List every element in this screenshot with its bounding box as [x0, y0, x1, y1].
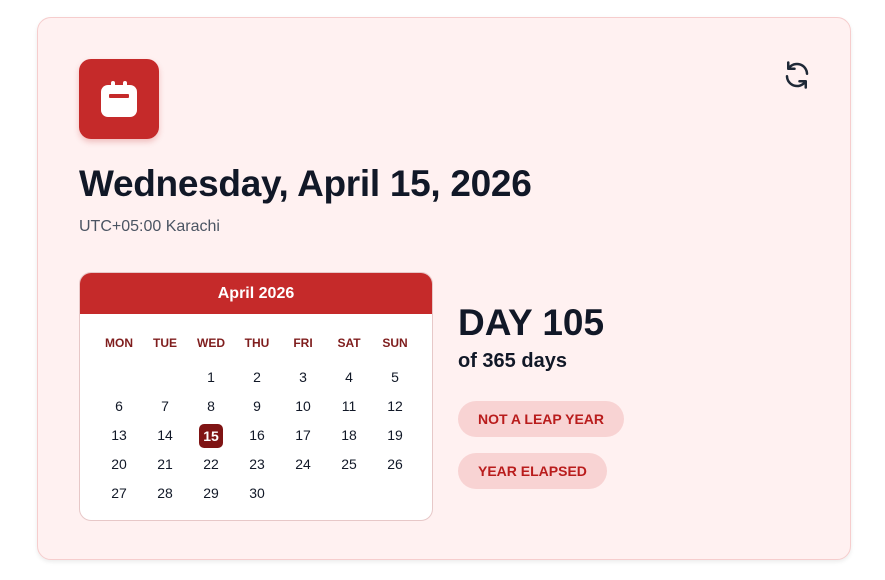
calendar-day[interactable]: 19 — [372, 421, 418, 450]
calendar-day[interactable]: 24 — [280, 450, 326, 479]
calendar-day-number: 3 — [299, 369, 307, 385]
calendar-day-number: 8 — [207, 398, 215, 414]
calendar-day-number: 29 — [203, 485, 219, 501]
calendar-day[interactable]: 18 — [326, 421, 372, 450]
calendar-day[interactable]: 23 — [234, 450, 280, 479]
calendar-day-number: 26 — [387, 456, 403, 472]
calendar-day-selected[interactable]: 15 — [188, 421, 234, 450]
calendar-day[interactable]: 14 — [142, 421, 188, 450]
calendar-day[interactable]: 12 — [372, 392, 418, 421]
calendar-day-number: 10 — [295, 398, 311, 414]
calendar-week-row: 6 7 8 9 10 11 12 — [96, 392, 418, 421]
calendar-day-number: 4 — [345, 369, 353, 385]
calendar-day-number: 21 — [157, 456, 173, 472]
calendar-empty-cell — [96, 363, 142, 392]
calendar-grid: MON TUE WED THU FRI SAT SUN 1 2 3 4 5 6 7 8 9 10 1… — [96, 335, 418, 508]
weekday-label: SAT — [337, 336, 361, 350]
calendar-day[interactable]: 6 — [96, 392, 142, 421]
calendar-day[interactable]: 1 — [188, 363, 234, 392]
calendar-day[interactable]: 7 — [142, 392, 188, 421]
calendar-day-number: 30 — [249, 485, 265, 501]
calendar-day-number: 16 — [249, 427, 265, 443]
days-in-year: of 365 days — [458, 350, 567, 372]
calendar-weeks: 1 2 3 4 5 6 7 8 9 10 11 12 13 14 15 16 17 18 19 20 21 22 23 24 2… — [96, 363, 418, 508]
calendar-day[interactable]: 29 — [188, 479, 234, 508]
calendar-empty-cell — [142, 363, 188, 392]
calendar-day-number: 7 — [161, 398, 169, 414]
calendar-day-number: 23 — [249, 456, 265, 472]
timezone-label: UTC+05:00 Karachi — [79, 218, 220, 235]
weekday-label: TUE — [153, 336, 177, 350]
calendar-day[interactable]: 11 — [326, 392, 372, 421]
calendar-app-icon — [79, 59, 159, 139]
year-elapsed-badge: YEAR ELAPSED — [458, 453, 607, 489]
day-of-year: DAY 105 — [458, 302, 605, 343]
calendar-day[interactable]: 13 — [96, 421, 142, 450]
calendar-day[interactable]: 27 — [96, 479, 142, 508]
calendar-month-label: April 2026 — [80, 273, 432, 314]
weekday-label: MON — [105, 336, 133, 350]
leap-year-badge: NOT A LEAP YEAR — [458, 401, 625, 437]
calendar-day[interactable]: 4 — [326, 363, 372, 392]
calendar-day-number: 9 — [253, 398, 261, 414]
calendar-day-number: 18 — [341, 427, 357, 443]
calendar-icon — [101, 81, 137, 117]
calendar-day[interactable]: 17 — [280, 421, 326, 450]
date-card: Wednesday, April 15, 2026 UTC+05:00 Kara… — [37, 17, 851, 560]
calendar-empty-cell — [280, 479, 326, 508]
calendar-day-number: 5 — [391, 369, 399, 385]
calendar-day-number: 13 — [111, 427, 127, 443]
calendar-day-number: 20 — [111, 456, 127, 472]
calendar-day[interactable]: 9 — [234, 392, 280, 421]
calendar-day[interactable]: 22 — [188, 450, 234, 479]
month-calendar: April 2026 MON TUE WED THU FRI SAT SUN 1… — [79, 272, 433, 521]
calendar-day-number: 1 — [207, 369, 215, 385]
calendar-empty-cell — [372, 479, 418, 508]
calendar-day-number: 2 — [253, 369, 261, 385]
calendar-week-row: 13 14 15 16 17 18 19 — [96, 421, 418, 450]
calendar-day[interactable]: 10 — [280, 392, 326, 421]
calendar-day-number: 6 — [115, 398, 123, 414]
calendar-day[interactable]: 26 — [372, 450, 418, 479]
refresh-button[interactable] — [782, 60, 812, 90]
weekday-label: SUN — [382, 336, 408, 350]
calendar-empty-cell — [326, 479, 372, 508]
calendar-day-number: 15 — [199, 424, 223, 449]
calendar-day-number: 25 — [341, 456, 357, 472]
calendar-day-number: 24 — [295, 456, 311, 472]
refresh-icon — [785, 61, 809, 89]
calendar-day-number: 27 — [111, 485, 127, 501]
date-title: Wednesday, April 15, 2026 — [79, 163, 532, 204]
calendar-week-row: 20 21 22 23 24 25 26 — [96, 450, 418, 479]
weekday-label: WED — [197, 336, 225, 350]
calendar-day-number: 22 — [203, 456, 219, 472]
weekday-label: THU — [244, 336, 270, 350]
calendar-day[interactable]: 8 — [188, 392, 234, 421]
calendar-day[interactable]: 3 — [280, 363, 326, 392]
calendar-day[interactable]: 30 — [234, 479, 280, 508]
calendar-day[interactable]: 28 — [142, 479, 188, 508]
calendar-week-row: 27 28 29 30 — [96, 479, 418, 508]
calendar-day-number: 11 — [341, 398, 357, 414]
calendar-day[interactable]: 21 — [142, 450, 188, 479]
calendar-day-number: 14 — [157, 427, 173, 443]
calendar-day-number: 17 — [295, 427, 311, 443]
calendar-day[interactable]: 20 — [96, 450, 142, 479]
calendar-day[interactable]: 5 — [372, 363, 418, 392]
weekday-label: FRI — [293, 336, 313, 350]
calendar-day[interactable]: 25 — [326, 450, 372, 479]
calendar-day-number: 19 — [387, 427, 403, 443]
weekday-header-row: MON TUE WED THU FRI SAT SUN — [96, 335, 418, 351]
calendar-week-row: 1 2 3 4 5 — [96, 363, 418, 392]
calendar-day-number: 28 — [157, 485, 173, 501]
calendar-day[interactable]: 2 — [234, 363, 280, 392]
calendar-day[interactable]: 16 — [234, 421, 280, 450]
calendar-day-number: 12 — [387, 398, 403, 414]
